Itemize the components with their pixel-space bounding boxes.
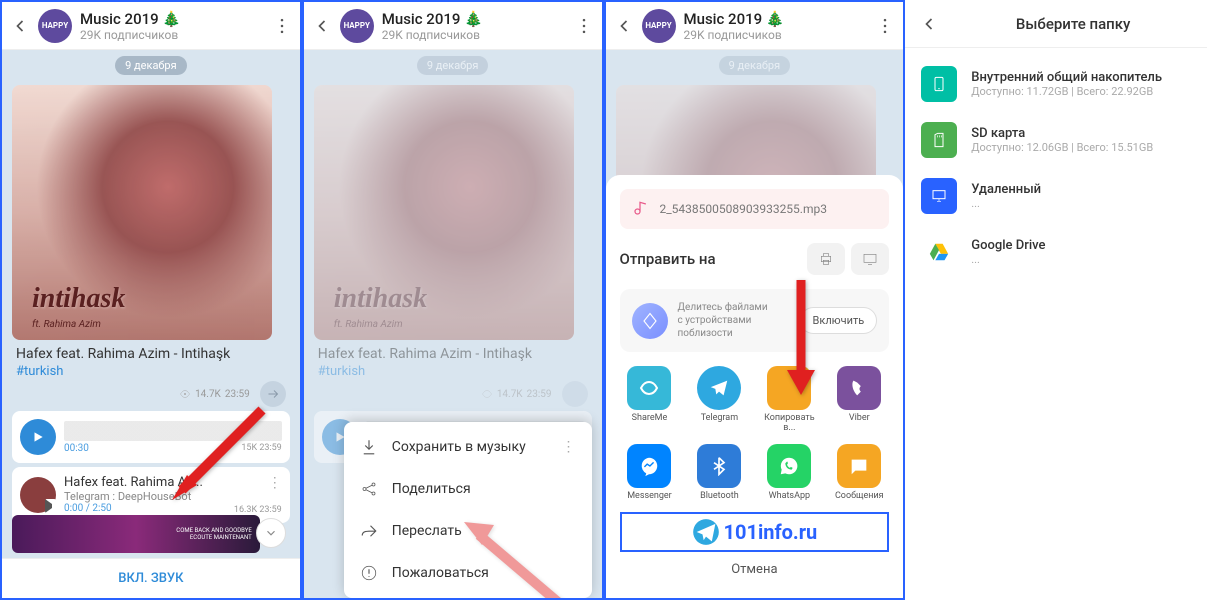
watermark: 101info.ru (620, 512, 890, 552)
submenu-icon[interactable]: ⋮ (562, 439, 576, 455)
menu-forward[interactable]: Переслать (344, 510, 592, 552)
app-shareme[interactable]: ShareMe (620, 366, 680, 434)
scroll-down-button[interactable] (256, 518, 286, 548)
back-icon[interactable] (919, 14, 939, 34)
screen-icon (862, 251, 878, 267)
app-telegram[interactable]: Telegram (689, 366, 749, 434)
track-thumb[interactable] (20, 477, 56, 513)
print-icon (818, 251, 834, 267)
share-icon (360, 480, 378, 498)
channel-subtitle: 29K подписчиков (80, 28, 264, 42)
music-file-icon (630, 199, 650, 219)
track-title: Hafex feat. Rahima Azim - Intihaşk (16, 346, 286, 362)
channel-avatar[interactable]: HAPPY (38, 9, 72, 43)
storage-sd[interactable]: SD картаДоступно: 12.06GB | Всего: 15.51… (905, 112, 1207, 168)
share-sheet: 2_5438500508903933255.mp3 Отправить на Д… (606, 175, 904, 598)
back-icon[interactable] (10, 16, 30, 36)
app-copy-to[interactable]: Копировать в... (759, 366, 819, 434)
next-banner[interactable]: COME BACK AND GOODBYEECOUTE MAINTENANT (12, 515, 260, 553)
context-menu: Сохранить в музыку ⋮ Поделиться Переслат… (344, 422, 592, 598)
back-icon[interactable] (614, 16, 634, 36)
cast-button[interactable] (851, 243, 889, 275)
sd-card-icon (921, 122, 957, 158)
menu-share[interactable]: Поделиться (344, 468, 592, 510)
folder-picker-header: Выберите папку (905, 0, 1207, 48)
date-badge: 9 декабря (115, 56, 187, 75)
report-icon (360, 564, 378, 582)
picker-title: Выберите папку (953, 15, 1193, 33)
channel-title: Music 2019 🎄 (80, 10, 264, 28)
mute-button[interactable]: ВКЛ. ЗВУК (2, 558, 300, 598)
menu-report[interactable]: Пожаловаться (344, 552, 592, 594)
telegram-logo-icon (692, 518, 720, 546)
app-bluetooth[interactable]: Bluetooth (689, 444, 749, 502)
more-icon[interactable] (875, 16, 895, 36)
phone-icon (921, 66, 957, 102)
app-whatsapp[interactable]: WhatsApp (759, 444, 819, 502)
track-menu-icon[interactable]: ⋮ (268, 475, 282, 491)
header: HAPPY Music 2019 🎄 29K подписчиков (2, 2, 300, 50)
nearby-icon (632, 303, 668, 339)
storage-internal[interactable]: Внутренний общий накопительДоступно: 11.… (905, 56, 1207, 112)
forward-button[interactable] (260, 381, 286, 407)
header: HAPPY Music 2019 🎄 29K подписчиков (304, 2, 602, 50)
print-button[interactable] (807, 243, 845, 275)
album-cover: intihask ft. Rahima Azim (314, 85, 574, 340)
header: HAPPY Music 2019 🎄 29K подписчиков (606, 2, 904, 50)
cancel-button[interactable]: Отмена (620, 558, 890, 581)
app-viber[interactable]: Viber (829, 366, 889, 434)
gdrive-icon (921, 234, 957, 270)
back-icon[interactable] (312, 16, 332, 36)
monitor-icon (921, 178, 957, 214)
send-to-label: Отправить на (620, 250, 716, 268)
storage-remote[interactable]: Удаленный... (905, 168, 1207, 224)
storage-gdrive[interactable]: Google Drive... (905, 224, 1207, 280)
play-button[interactable] (20, 419, 56, 455)
views-icon (179, 388, 191, 400)
file-chip[interactable]: 2_5438500508903933255.mp3 (620, 189, 890, 229)
more-icon[interactable] (272, 16, 292, 36)
album-cover[interactable]: intihask ft. Rahima Azim (12, 85, 272, 340)
audio-player[interactable]: 00:3015K 23:59 (12, 411, 290, 463)
menu-save-music[interactable]: Сохранить в музыку ⋮ (344, 426, 592, 468)
download-icon (360, 438, 378, 456)
app-messenger[interactable]: Messenger (620, 444, 680, 502)
hashtag[interactable]: #turkish (16, 364, 286, 379)
more-icon[interactable] (574, 16, 594, 36)
nearby-box: Делитесь файламис устройствамипоблизости… (620, 289, 890, 352)
enable-button[interactable]: Включить (800, 307, 878, 334)
channel-avatar[interactable]: HAPPY (642, 9, 676, 43)
app-messages[interactable]: Сообщения (829, 444, 889, 502)
forward-icon (360, 522, 378, 540)
channel-avatar[interactable]: HAPPY (340, 9, 374, 43)
